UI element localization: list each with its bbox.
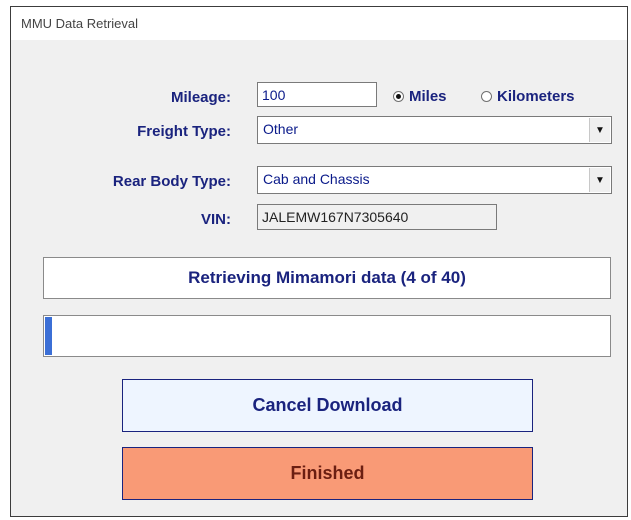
rear-body-type-value: Cab and Chassis xyxy=(263,171,370,187)
progress-bar-fill xyxy=(45,317,52,355)
kilometers-radio-label: Kilometers xyxy=(497,88,575,105)
mileage-input[interactable] xyxy=(257,82,377,107)
chevron-down-icon[interactable]: ▼ xyxy=(589,118,610,142)
finished-button[interactable]: Finished xyxy=(122,447,533,500)
kilometers-radio-dot[interactable] xyxy=(481,91,492,102)
mileage-label: Mileage: xyxy=(170,89,231,106)
freight-type-dropdown[interactable]: Other ▼ xyxy=(257,116,612,144)
status-message: Retrieving Mimamori data (4 of 40) xyxy=(43,257,611,299)
title-bar: MMU Data Retrieval xyxy=(11,7,627,40)
download-progress-bar xyxy=(43,315,611,357)
kilometers-radio[interactable]: Kilometers xyxy=(481,88,575,105)
rear-body-type-label: Rear Body Type: xyxy=(112,173,231,190)
vin-field xyxy=(257,204,497,230)
window-title: MMU Data Retrieval xyxy=(21,16,139,31)
chevron-down-icon[interactable]: ▼ xyxy=(589,168,610,192)
rear-body-type-dropdown[interactable]: Cab and Chassis ▼ xyxy=(257,166,612,194)
cancel-download-button[interactable]: Cancel Download xyxy=(122,379,533,432)
miles-radio-label: Miles xyxy=(409,88,447,105)
freight-type-value: Other xyxy=(263,121,299,137)
vin-label: VIN: xyxy=(201,211,231,228)
miles-radio[interactable]: Miles xyxy=(393,88,447,105)
miles-radio-dot[interactable] xyxy=(393,91,404,102)
mmu-data-retrieval-window: MMU Data Retrieval Mileage: Miles Kilome… xyxy=(10,6,628,517)
freight-type-label: Freight Type: xyxy=(137,123,231,140)
